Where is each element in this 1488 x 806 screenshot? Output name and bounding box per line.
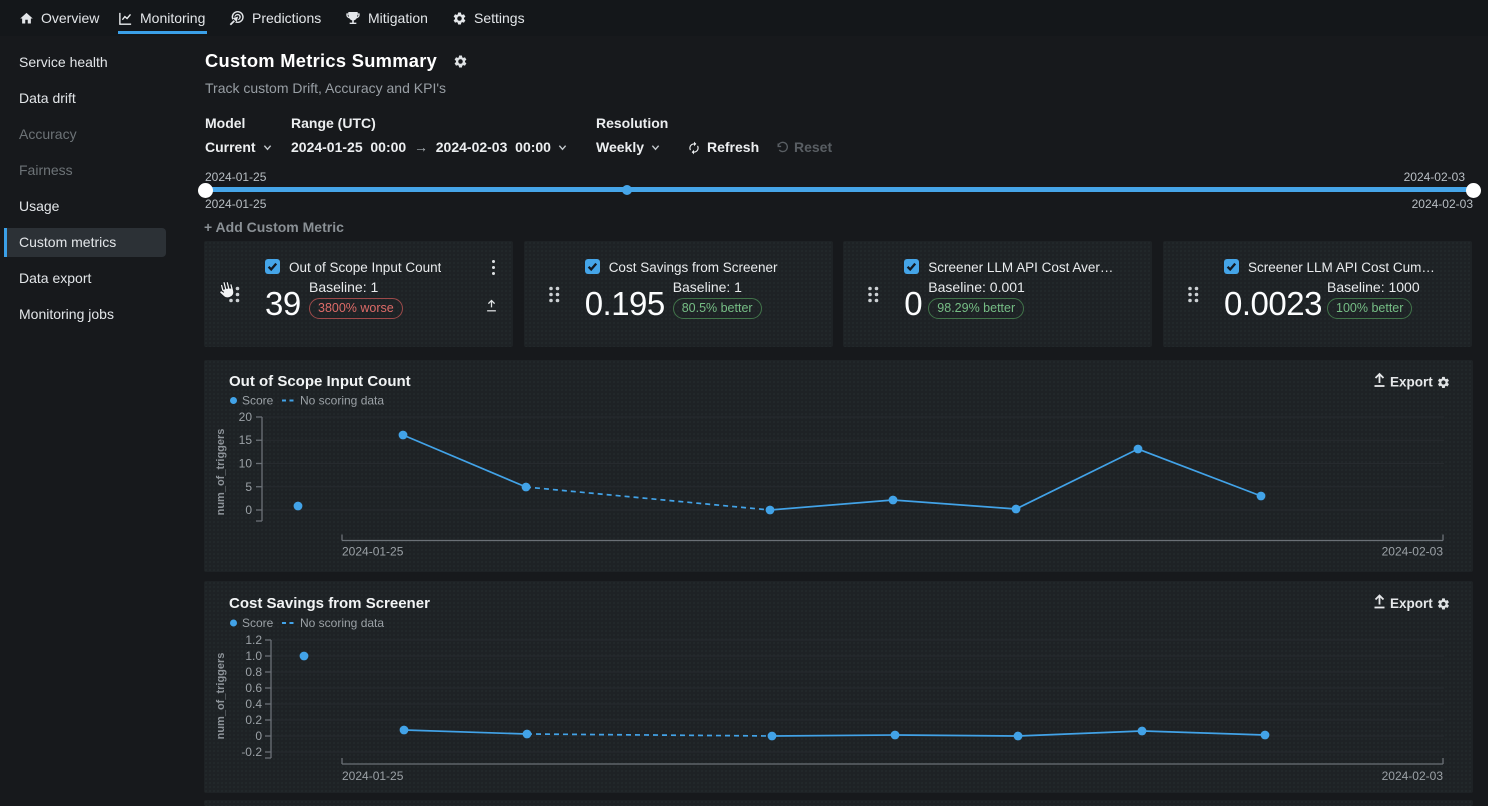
svg-text:Score: Score <box>242 394 274 408</box>
svg-text:No scoring data: No scoring data <box>300 616 384 630</box>
svg-text:1.0: 1.0 <box>245 649 262 663</box>
svg-text:0.4: 0.4 <box>245 697 262 711</box>
svg-text:0.8: 0.8 <box>245 665 262 679</box>
svg-text:2024-02-03: 2024-02-03 <box>1382 545 1444 559</box>
svg-text:0: 0 <box>255 729 262 743</box>
svg-text:5: 5 <box>245 480 252 494</box>
svg-text:-0.2: -0.2 <box>241 745 262 759</box>
svg-text:num_of_triggers: num_of_triggers <box>215 653 227 740</box>
svg-text:20: 20 <box>239 410 253 424</box>
svg-text:No scoring data: No scoring data <box>300 394 384 408</box>
svg-text:15: 15 <box>239 433 253 447</box>
svg-text:Score: Score <box>242 616 274 630</box>
svg-text:1.2: 1.2 <box>245 633 262 647</box>
svg-text:2024-01-25: 2024-01-25 <box>342 769 404 783</box>
svg-text:10: 10 <box>239 457 253 471</box>
svg-text:0: 0 <box>245 503 252 517</box>
svg-text:Export: Export <box>1390 596 1433 611</box>
svg-text:Cost Savings from Screener: Cost Savings from Screener <box>229 595 430 612</box>
svg-text:0.6: 0.6 <box>245 681 262 695</box>
svg-text:2024-02-03: 2024-02-03 <box>1382 769 1444 783</box>
svg-text:0.2: 0.2 <box>245 713 262 727</box>
svg-text:Export: Export <box>1390 375 1433 390</box>
svg-text:2024-01-25: 2024-01-25 <box>342 545 404 559</box>
svg-text:num_of_triggers: num_of_triggers <box>215 429 227 516</box>
svg-text:Out of Scope Input Count: Out of Scope Input Count <box>229 373 411 390</box>
